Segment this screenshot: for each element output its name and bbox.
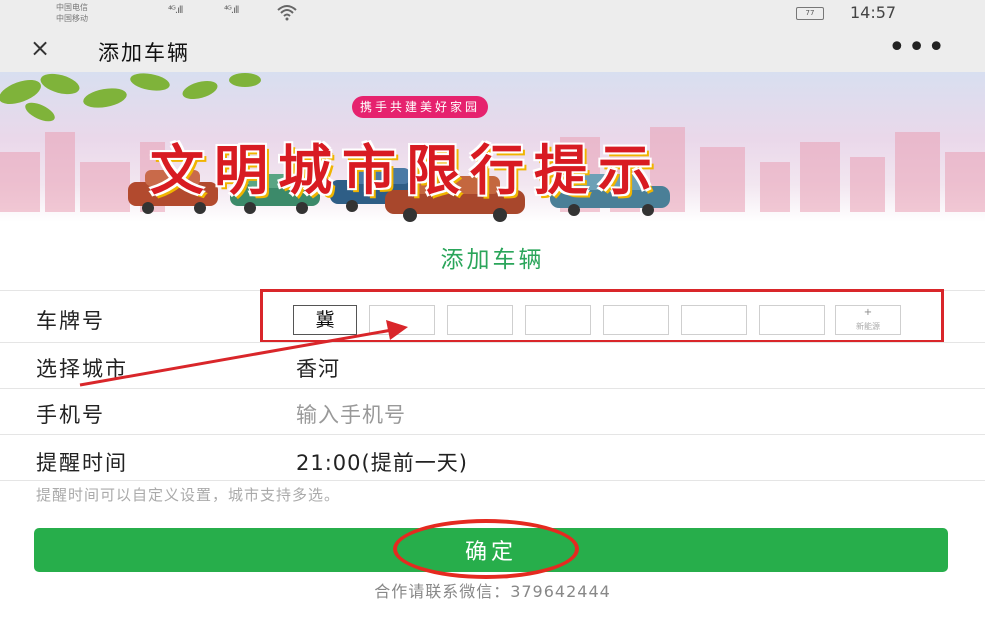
- banner-title: 文明城市限行提示: [150, 138, 662, 202]
- banner-subtitle: 携手共建美好家园: [352, 96, 489, 118]
- status-time: 14:57: [850, 3, 897, 22]
- page-title: 添加车辆: [98, 41, 190, 65]
- phone-row: 手机号 输入手机号: [0, 388, 985, 435]
- plate-input-group: 冀 + 新能源: [260, 289, 944, 343]
- remind-row[interactable]: 提醒时间 21:00(提前一天): [0, 434, 985, 481]
- contact-text: 合作请联系微信：379642444: [374, 582, 611, 601]
- plate-char-input[interactable]: [525, 305, 591, 335]
- plate-char-input[interactable]: [447, 305, 513, 335]
- remind-label: 提醒时间: [36, 451, 128, 475]
- wifi-icon: [276, 3, 298, 25]
- plate-char-input[interactable]: [681, 305, 747, 335]
- close-icon[interactable]: ×: [30, 34, 50, 62]
- carrier-1: 中国电信: [56, 3, 88, 12]
- new-energy-label: 新能源: [856, 322, 880, 331]
- signal-icon-1: ⁴ᴳ.ıll: [168, 5, 183, 16]
- battery-icon: 77: [796, 7, 824, 20]
- city-row[interactable]: 选择城市 香河: [0, 342, 985, 389]
- banner: 携手共建美好家园 文明城市限行提示: [0, 72, 985, 222]
- plate-label: 车牌号: [36, 309, 105, 333]
- city-value[interactable]: 香河: [296, 353, 340, 383]
- more-icon[interactable]: •••: [888, 30, 947, 65]
- confirm-button[interactable]: 确定: [34, 528, 948, 572]
- title-bar: × 添加车辆 •••: [0, 28, 985, 72]
- carrier-labels: 中国电信 中国移动: [56, 2, 88, 24]
- section-heading: 添加车辆: [440, 247, 545, 273]
- phone-input[interactable]: 输入手机号: [296, 399, 406, 429]
- city-label: 选择城市: [36, 357, 128, 381]
- plate-province-select[interactable]: 冀: [293, 305, 357, 335]
- phone-label: 手机号: [36, 403, 105, 427]
- carrier-2: 中国移动: [56, 14, 88, 23]
- hint-text: 提醒时间可以自定义设置，城市支持多选。: [36, 486, 341, 504]
- status-bar: 中国电信 中国移动 ⁴ᴳ.ıll ⁴ᴳ.ıll 77 14:57: [0, 0, 985, 28]
- new-energy-plate-toggle[interactable]: + 新能源: [835, 305, 901, 335]
- remind-value[interactable]: 21:00(提前一天): [296, 447, 468, 477]
- plus-icon: +: [863, 307, 873, 318]
- plate-char-input[interactable]: [369, 305, 435, 335]
- plate-char-input[interactable]: [603, 305, 669, 335]
- signal-icon-2: ⁴ᴳ.ıll: [224, 5, 239, 16]
- plate-char-input[interactable]: [759, 305, 825, 335]
- divider: [0, 480, 985, 481]
